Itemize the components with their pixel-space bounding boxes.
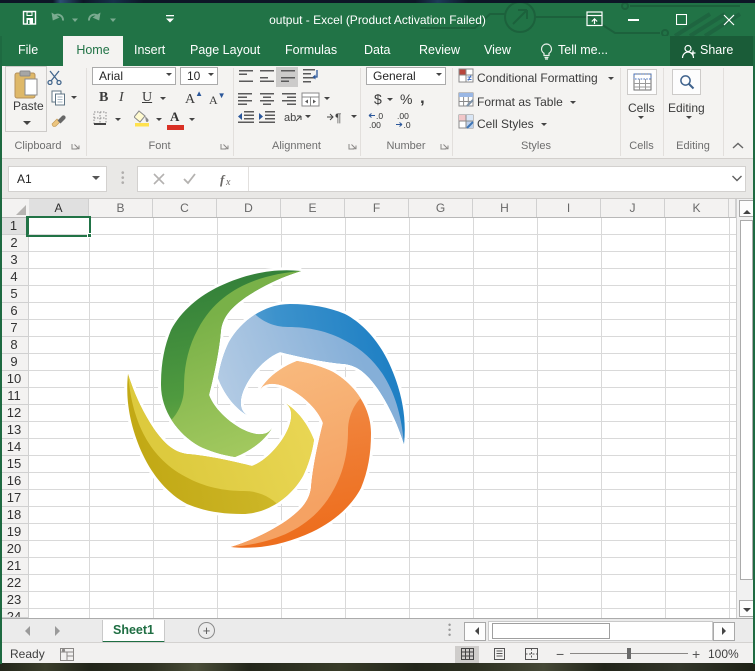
svg-text:x: x	[225, 177, 231, 187]
svg-text:¶: ¶	[335, 111, 341, 124]
svg-text:ab: ab	[284, 112, 296, 124]
svg-text:.0: .0	[404, 120, 411, 129]
svg-text:.00: .00	[369, 120, 381, 129]
